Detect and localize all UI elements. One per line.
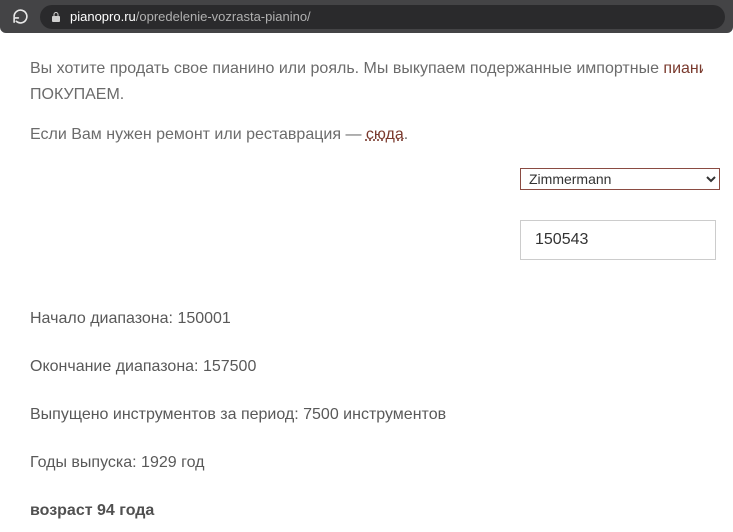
intro-paragraph-1: Вы хотите продать свое пианино или рояль…: [30, 57, 703, 80]
range-end-value: 157500: [203, 358, 256, 375]
range-end-label: Окончание диапазона:: [30, 358, 203, 375]
years-label: Годы выпуска:: [30, 454, 141, 471]
brand-select[interactable]: Zimmermann: [520, 168, 720, 190]
page-content: Вы хотите продать свое пианино или рояль…: [0, 33, 733, 520]
intro-text-repair: Если Вам нужен ремонт или реставрация —: [30, 126, 366, 143]
produced-value: 7500 инструментов: [303, 406, 446, 423]
range-start-value: 150001: [177, 310, 230, 327]
age-row: возраст 94 года: [30, 502, 703, 520]
range-end-row: Окончание диапазона: 157500: [30, 358, 703, 376]
range-start-row: Начало диапазона: 150001: [30, 310, 703, 328]
repair-link[interactable]: сюда: [366, 126, 404, 143]
reload-icon: [12, 8, 29, 25]
produced-row: Выпущено инструментов за период: 7500 ин…: [30, 406, 703, 424]
range-start-label: Начало диапазона:: [30, 310, 177, 327]
intro-text: Вы хотите продать свое пианино или рояль…: [30, 60, 663, 77]
years-row: Годы выпуска: 1929 год: [30, 454, 703, 472]
address-field[interactable]: pianopro.ru/opredelenie-vozrasta-pianino…: [40, 5, 725, 29]
url-host: pianopro.ru: [70, 9, 136, 24]
lock-icon: [50, 11, 62, 23]
reload-button[interactable]: [8, 5, 32, 29]
intro-text-dot: .: [404, 126, 408, 143]
serial-input[interactable]: [520, 220, 716, 260]
intro-paragraph-3: Если Вам нужен ремонт или реставрация — …: [30, 126, 703, 144]
url-text: pianopro.ru/opredelenie-vozrasta-pianino…: [70, 9, 311, 24]
buy-piano-link[interactable]: пианино: [663, 60, 703, 77]
produced-label: Выпущено инструментов за период:: [30, 406, 303, 423]
browser-address-bar: pianopro.ru/opredelenie-vozrasta-pianino…: [0, 0, 733, 33]
intro-paragraph-2: ПОКУПАЕМ.: [30, 86, 703, 104]
years-value: 1929 год: [141, 454, 204, 471]
lookup-form: Zimmermann: [520, 168, 703, 260]
url-path: /opredelenie-vozrasta-pianino/: [136, 9, 311, 24]
results-block: Начало диапазона: 150001 Окончание диапа…: [30, 310, 703, 520]
